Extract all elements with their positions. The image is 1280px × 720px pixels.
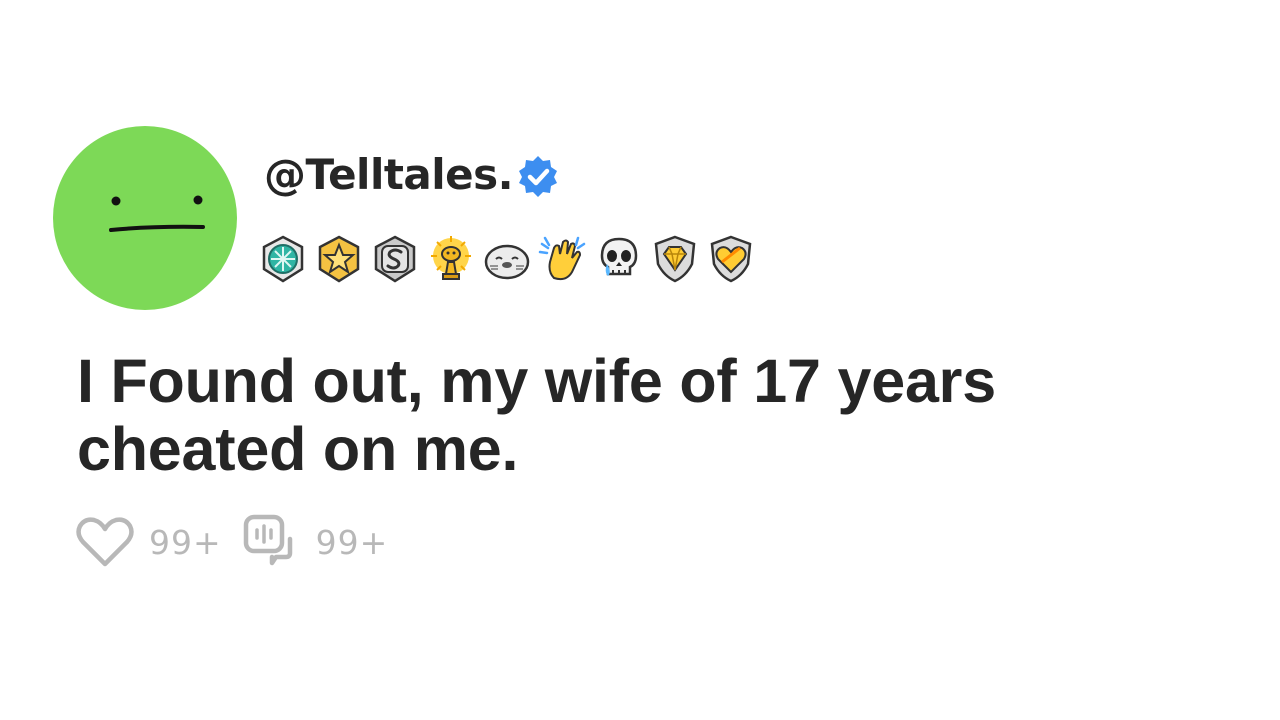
- post-title[interactable]: I Found out, my wife of 17 years cheated…: [77, 347, 1197, 483]
- gold-heart-shield-icon[interactable]: [706, 234, 756, 284]
- gold-star-badge-icon[interactable]: [314, 234, 364, 284]
- verified-badge-icon: [519, 156, 558, 197]
- post-actions: 99+ 99+: [75, 512, 388, 572]
- comment-icon[interactable]: [242, 513, 304, 571]
- avatar-right-eye: [193, 195, 203, 205]
- awards-row: [258, 234, 762, 284]
- crying-skull-icon[interactable]: [594, 234, 644, 284]
- avatar-left-eye: [111, 196, 121, 206]
- avatar[interactable]: [53, 126, 237, 310]
- username-row: @Telltales.: [264, 148, 561, 202]
- avatar-background: [53, 126, 237, 310]
- silver-s-badge-icon[interactable]: [370, 234, 420, 284]
- post-card: @Telltales. I Found out, my wife of 17 y…: [0, 0, 1280, 720]
- helpful-badge-icon[interactable]: [258, 234, 308, 284]
- gold-diamond-shield-icon[interactable]: [650, 234, 700, 284]
- clapping-hands-icon[interactable]: [538, 234, 588, 284]
- like-count: 99+: [149, 522, 222, 562]
- gold-reddit-trophy-icon[interactable]: [426, 234, 476, 284]
- comment-count: 99+: [315, 522, 389, 562]
- post-header: @Telltales.: [264, 148, 561, 202]
- username[interactable]: @Telltales.: [264, 148, 514, 202]
- seal-emoji-icon[interactable]: [482, 234, 532, 284]
- heart-icon[interactable]: [75, 514, 135, 570]
